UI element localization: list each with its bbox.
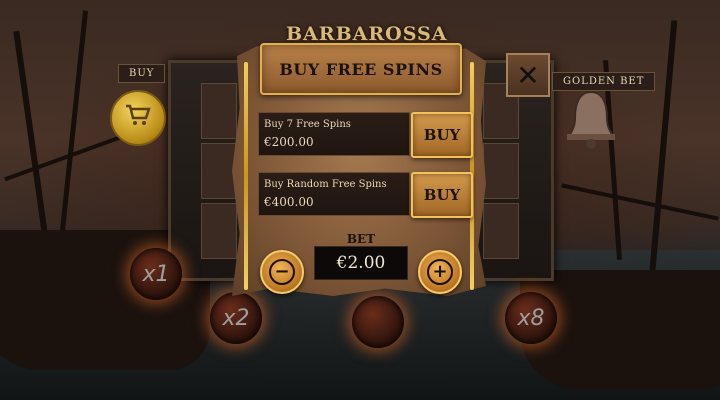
reel-symbol xyxy=(483,203,519,259)
bell-icon xyxy=(565,90,617,154)
buy-7-free-spins-button[interactable]: BUY xyxy=(411,112,473,158)
multiplier-x2: x2 xyxy=(210,292,262,344)
reel-symbol xyxy=(201,203,237,259)
plus-icon: + xyxy=(427,259,453,285)
option-label: Buy 7 Free Spins xyxy=(264,119,351,130)
bet-value: €2.00 xyxy=(314,246,408,280)
buy-feature-button[interactable] xyxy=(110,90,166,146)
option-price: €400.00 xyxy=(264,195,314,209)
ship-mast xyxy=(56,10,89,260)
option-label: Buy Random Free Spins xyxy=(264,179,387,190)
dialog-gold-edge xyxy=(244,62,248,290)
option-random-free-spins: Buy Random Free Spins €400.00 xyxy=(258,172,410,216)
bet-label: BET xyxy=(346,232,376,246)
multiplier-x1: x1 xyxy=(130,248,182,300)
ship-yard xyxy=(561,183,719,221)
buy-feature-label: BUY xyxy=(118,64,166,83)
decrease-bet-button[interactable]: − xyxy=(260,250,304,294)
shopping-cart-icon xyxy=(124,103,152,133)
ship-mast xyxy=(648,20,678,280)
dialog-title: BUY FREE SPINS xyxy=(279,59,443,79)
reel-symbol xyxy=(201,143,237,199)
multiplier-hidden xyxy=(352,296,404,348)
close-button[interactable]: ✕ xyxy=(506,53,550,97)
buy-random-free-spins-button[interactable]: BUY xyxy=(411,172,473,218)
multiplier-x8: x8 xyxy=(505,292,557,344)
close-icon: ✕ xyxy=(516,58,540,92)
golden-bet-button[interactable] xyxy=(565,88,617,150)
increase-bet-button[interactable]: + xyxy=(418,250,462,294)
reel-symbol xyxy=(201,83,237,139)
option-7-free-spins: Buy 7 Free Spins €200.00 xyxy=(258,112,410,156)
dialog-title-plate: BUY FREE SPINS xyxy=(260,43,462,95)
reel-symbol xyxy=(483,143,519,199)
option-price: €200.00 xyxy=(264,135,314,149)
minus-icon: − xyxy=(269,259,295,285)
